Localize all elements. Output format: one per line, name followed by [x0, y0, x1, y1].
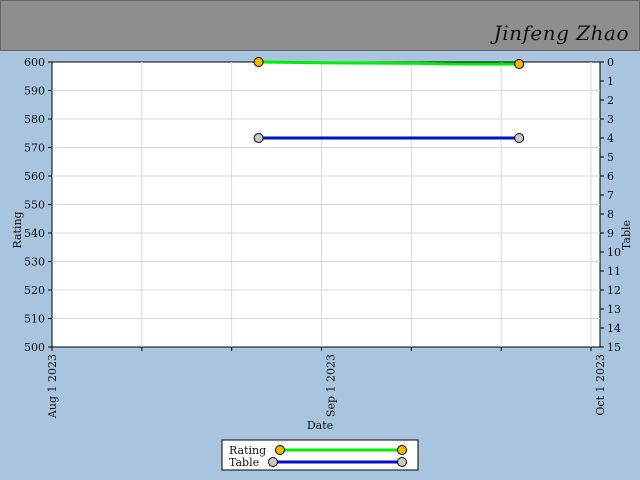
left-axis: 500 510 520 530 540 550 560 570 580 590 600: [24, 56, 52, 354]
rating-marker: [514, 58, 525, 69]
right-axis: 0123456789101112131415: [600, 56, 621, 354]
y-left-axis-label: Rating: [11, 211, 24, 248]
right-tick-label: 13: [607, 303, 621, 316]
chart-page: Jinfeng Zhao 500 510 520 530 540 550 560 570 580…: [0, 0, 640, 480]
y-right-axis-label: Table: [620, 220, 633, 250]
right-tick-label: 9: [607, 227, 614, 240]
left-tick-label: 540: [24, 227, 45, 240]
left-tick-label: 560: [24, 170, 45, 183]
right-tick-label: 10: [607, 246, 621, 259]
right-tick-label: 5: [607, 151, 614, 164]
x-tick-label: Aug 1 2023: [46, 354, 59, 419]
table-marker: [514, 133, 525, 143]
left-tick-label: 500: [24, 341, 45, 354]
right-tick-label: 12: [607, 284, 621, 297]
left-tick-label: 580: [24, 113, 45, 126]
rating-table-chart: 500510520530540550560570580590600 012345…: [11, 56, 633, 471]
left-tick-label: 590: [24, 85, 45, 98]
legend-marker-table-end: [397, 457, 407, 467]
right-tick-label: 0: [607, 56, 614, 69]
right-tick-label: 11: [607, 265, 621, 278]
legend-marker-rating-end: [397, 445, 407, 455]
legend: Rating Table: [221, 439, 419, 471]
x-tick-label: Sep 1 2023: [324, 354, 337, 417]
legend-label-table: Table: [229, 456, 259, 469]
left-tick-label: 510: [24, 313, 45, 326]
left-tick-label: 520: [24, 284, 45, 297]
left-tick-label: 600: [24, 56, 45, 69]
rating-marker: [253, 57, 264, 67]
right-tick-label: 4: [607, 132, 614, 145]
right-tick-label: 14: [607, 322, 621, 335]
right-tick-label: 15: [607, 341, 621, 354]
x-tick-label: Oct 1 2023: [594, 354, 607, 416]
legend-marker-rating-start: [275, 445, 285, 455]
right-tick-label: 2: [607, 94, 614, 107]
left-tick-label: 550: [24, 199, 45, 212]
table-marker: [253, 133, 264, 143]
right-tick-label: 1: [607, 75, 614, 88]
legend-marker-table-start: [268, 457, 278, 467]
x-axis: Aug 1 2023 Sep 1 2023 Oct 1 2023: [46, 347, 607, 419]
right-tick-label: 7: [607, 189, 614, 202]
x-axis-label: Date: [307, 419, 333, 432]
right-tick-label: 8: [607, 208, 614, 221]
right-tick-label: 6: [607, 170, 614, 183]
left-tick-label: 570: [24, 142, 45, 155]
left-tick-label: 530: [24, 256, 45, 269]
right-tick-label: 3: [607, 113, 614, 126]
